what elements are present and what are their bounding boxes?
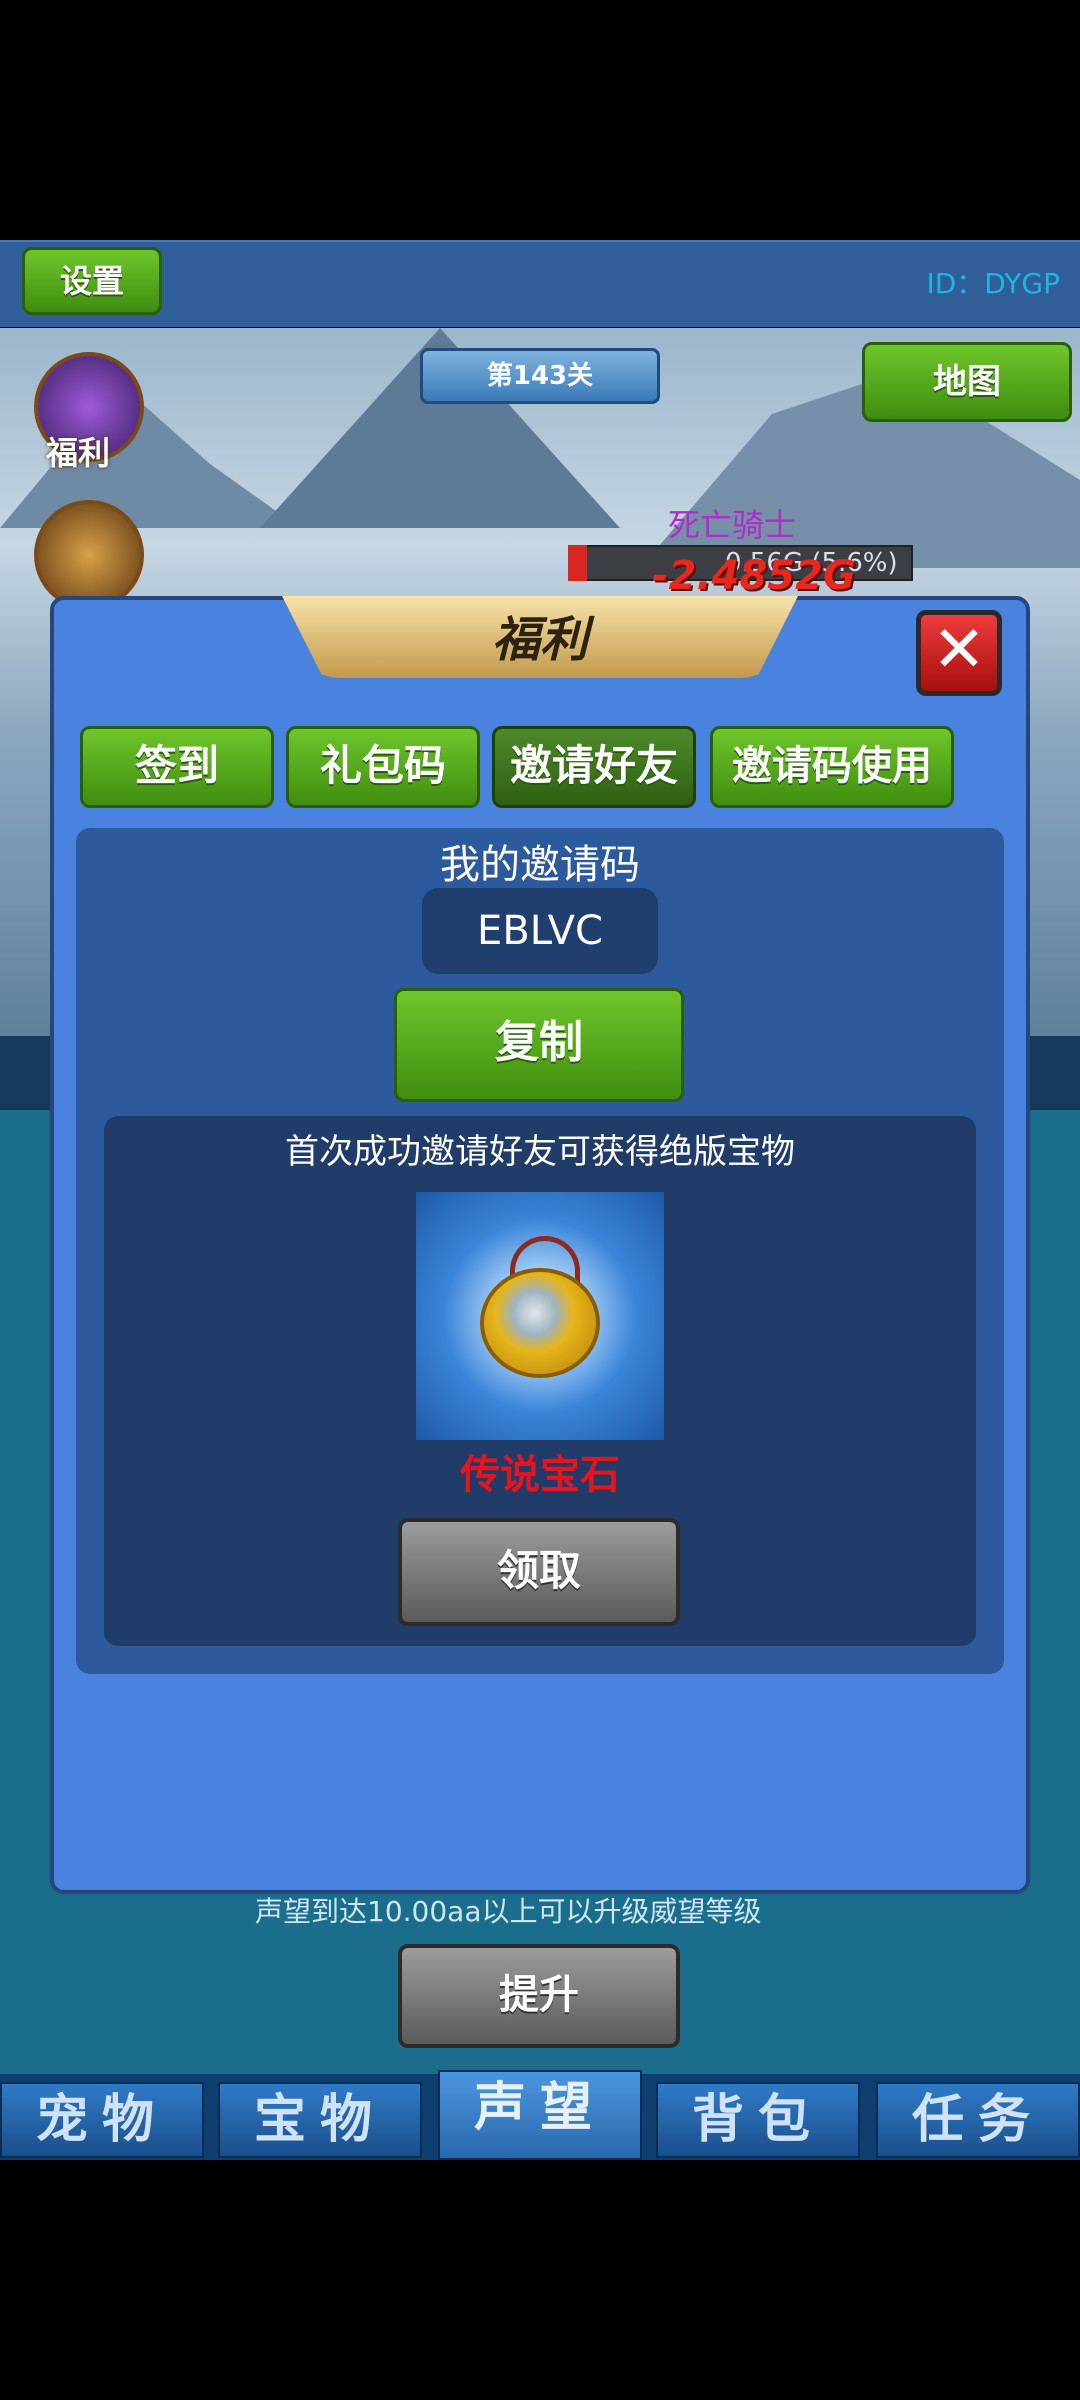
boss-health-fill [568,545,587,581]
map-button[interactable]: 地图 [862,342,1072,422]
reward-name: 传说宝石 [460,1452,620,1498]
tab-use-invite-code[interactable]: 邀请码使用 [710,726,954,808]
tab-treasures[interactable]: 宝物 [218,2082,422,2158]
tab-pets[interactable]: 宠物 [0,2082,204,2158]
tab-gift-code[interactable]: 礼包码 [286,726,480,808]
tab-bag[interactable]: 背包 [656,2082,860,2158]
dialog-title: 福利 [491,612,588,668]
treasure-chest-icon[interactable] [34,500,144,610]
tab-invite-friends[interactable]: 邀请好友 [492,726,696,808]
tab-quests[interactable]: 任务 [876,2082,1080,2158]
top-bar [0,240,1080,327]
prestige-note: 声望到达10.00aa以上可以升级威望等级 [255,1895,762,1928]
welfare-label: 福利 [46,434,111,472]
tab-prestige[interactable]: 声望 [438,2070,642,2160]
claim-button[interactable]: 领取 [398,1518,680,1626]
gem-icon [480,1268,600,1378]
boss-name: 死亡骑士 [668,506,797,544]
reward-description: 首次成功邀请好友可获得绝版宝物 [285,1132,795,1172]
close-button[interactable]: ✕ [916,610,1002,696]
tab-sign-in[interactable]: 签到 [80,726,274,808]
damage-number: -2.4852G [652,553,856,599]
user-id: ID：DYGP [926,267,1060,300]
settings-button[interactable]: 设置 [22,247,162,315]
copy-button[interactable]: 复制 [394,988,684,1102]
upgrade-button[interactable]: 提升 [398,1944,680,2048]
invite-code-value: EBLVC [422,888,658,974]
invite-code-title: 我的邀请码 [440,842,640,888]
level-banner: 第143关 [420,348,660,404]
